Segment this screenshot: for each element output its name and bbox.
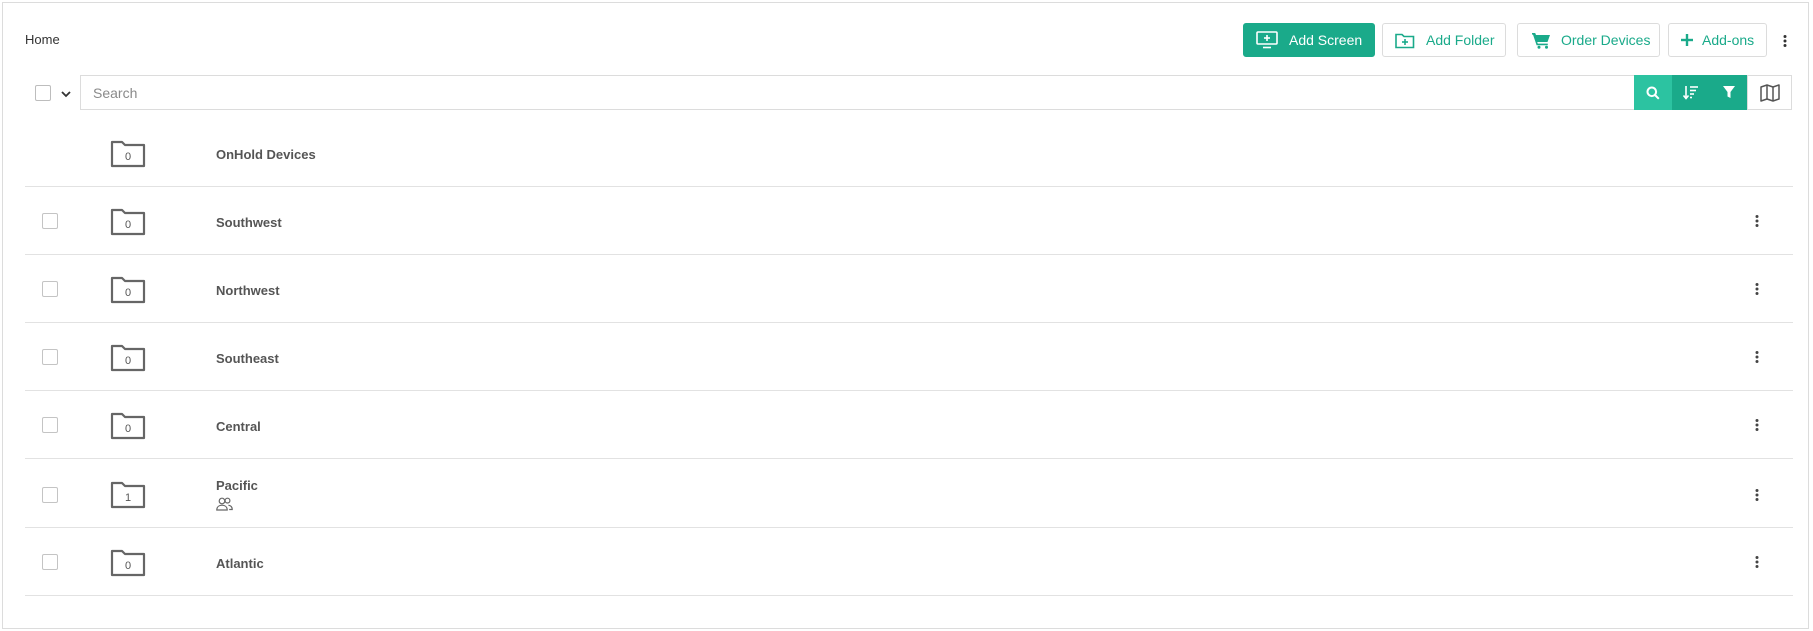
folder-name[interactable]: Central: [216, 419, 261, 434]
list-item[interactable]: 0 Southwest: [25, 187, 1793, 255]
users-icon: [216, 497, 233, 511]
folder-name[interactable]: Pacific: [216, 478, 258, 493]
row-checkbox[interactable]: [42, 281, 58, 297]
folder-icon: 0: [110, 410, 146, 440]
folder-count: 1: [124, 492, 132, 504]
row-checkbox[interactable]: [42, 487, 58, 503]
map-icon: [1759, 83, 1780, 102]
search-field: [80, 75, 1634, 110]
folder-icon: 0: [110, 547, 146, 577]
folder-count: 0: [124, 287, 132, 299]
order-devices-label: Order Devices: [1561, 32, 1651, 48]
folder-count: 0: [124, 560, 132, 572]
folder-name[interactable]: Southwest: [216, 215, 282, 230]
list-item[interactable]: 0 Southeast: [25, 323, 1793, 391]
row-checkbox[interactable]: [42, 349, 58, 365]
folder-icon: 0: [110, 206, 146, 236]
add-screen-button[interactable]: Add Screen: [1243, 23, 1375, 57]
filter-button[interactable]: [1710, 75, 1747, 110]
more-options-button[interactable]: [1778, 31, 1792, 51]
row-checkbox[interactable]: [42, 213, 58, 229]
row-menu-button[interactable]: [1750, 348, 1764, 366]
search-input[interactable]: [81, 76, 1634, 109]
cart-icon: [1532, 32, 1551, 49]
vertical-ellipsis-icon: [1755, 419, 1759, 431]
vertical-ellipsis-icon: [1755, 489, 1759, 501]
map-view-button[interactable]: [1747, 75, 1792, 110]
app-frame: Home Add Screen Add Folder Order Devices…: [2, 2, 1809, 629]
vertical-ellipsis-icon: [1755, 556, 1759, 568]
select-options-dropdown[interactable]: [59, 87, 73, 101]
folder-name[interactable]: Southeast: [216, 351, 279, 366]
plus-icon: [1681, 34, 1693, 46]
row-checkbox[interactable]: [42, 417, 58, 433]
folder-list: 0 OnHold Devices 0 Southwest 0 Northwest: [25, 119, 1793, 596]
add-screen-label: Add Screen: [1289, 32, 1363, 48]
list-item[interactable]: 0 Central: [25, 391, 1793, 459]
vertical-ellipsis-icon: [1783, 35, 1787, 47]
folder-count: 0: [124, 151, 132, 163]
row-menu-button[interactable]: [1750, 486, 1764, 504]
folder-icon: 0: [110, 274, 146, 304]
list-item[interactable]: 1 Pacific: [25, 459, 1793, 528]
order-devices-button[interactable]: Order Devices: [1517, 23, 1660, 57]
folder-count: 0: [124, 355, 132, 367]
folder-plus-icon: [1395, 32, 1415, 49]
folder-icon: 0: [110, 138, 146, 168]
search-icon: [1646, 86, 1660, 100]
list-item[interactable]: 0 Northwest: [25, 255, 1793, 323]
add-folder-button[interactable]: Add Folder: [1382, 23, 1506, 57]
add-folder-label: Add Folder: [1426, 32, 1495, 48]
list-item[interactable]: 0 Atlantic: [25, 528, 1793, 596]
folder-name[interactable]: Northwest: [216, 283, 280, 298]
row-menu-button[interactable]: [1750, 280, 1764, 298]
vertical-ellipsis-icon: [1755, 351, 1759, 363]
vertical-ellipsis-icon: [1755, 215, 1759, 227]
folder-name[interactable]: Atlantic: [216, 556, 264, 571]
sort-button[interactable]: [1672, 75, 1710, 110]
vertical-ellipsis-icon: [1755, 283, 1759, 295]
folder-name[interactable]: OnHold Devices: [216, 147, 316, 162]
add-ons-label: Add-ons: [1702, 32, 1755, 48]
folder-icon: 0: [110, 342, 146, 372]
folder-icon: 1: [110, 479, 146, 509]
filter-icon: [1722, 86, 1735, 98]
chevron-down-icon: [61, 90, 71, 97]
list-item[interactable]: 0 OnHold Devices: [25, 119, 1793, 187]
select-all-checkbox[interactable]: [35, 85, 51, 101]
row-menu-button[interactable]: [1750, 416, 1764, 434]
add-ons-button[interactable]: Add-ons: [1668, 23, 1767, 57]
row-menu-button[interactable]: [1750, 212, 1764, 230]
folder-count: 0: [124, 423, 132, 435]
row-menu-button[interactable]: [1750, 553, 1764, 571]
row-checkbox[interactable]: [42, 554, 58, 570]
folder-count: 0: [124, 219, 132, 231]
search-button[interactable]: [1634, 75, 1672, 110]
breadcrumb[interactable]: Home: [25, 32, 60, 47]
monitor-plus-icon: [1256, 31, 1278, 49]
sort-icon: [1683, 86, 1698, 100]
